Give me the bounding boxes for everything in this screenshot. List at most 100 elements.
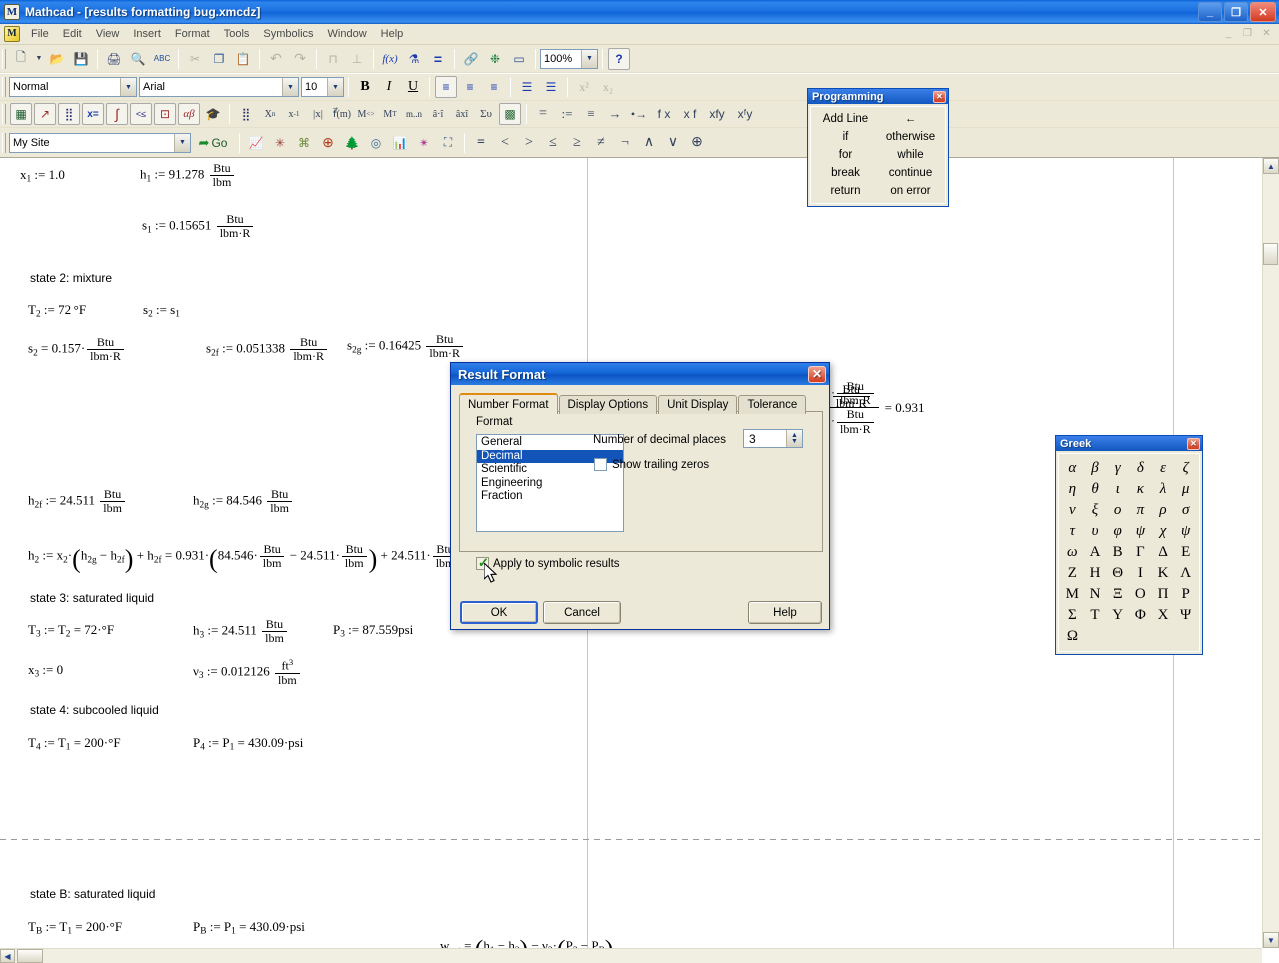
greek-letter-γ[interactable]: γ	[1106, 458, 1129, 479]
vector-field-plot-icon[interactable]: ✴	[413, 132, 435, 154]
greek-letter-λ[interactable]: λ	[1152, 479, 1175, 500]
chevron-down-icon[interactable]: ▼	[282, 78, 298, 96]
menu-item-help[interactable]: Help	[374, 26, 411, 42]
boolean-xor-icon[interactable]: ⊕	[686, 132, 708, 154]
s2f-definition[interactable]: s2f := 0.051338 Btu lbm·R	[206, 335, 329, 363]
greek-palette[interactable]: Greek ✕ αβγδεζηθικλμνξοπρστυφψχψωABΓΔEZH…	[1055, 435, 1203, 655]
programming-item-while[interactable]: while	[878, 146, 943, 164]
tab-display-options[interactable]: Display Options	[558, 395, 658, 414]
greek-letter-X[interactable]: X	[1152, 605, 1175, 626]
font-size-combobox[interactable]: 10 ▼	[301, 77, 344, 97]
greek-letter-σ[interactable]: σ	[1174, 500, 1197, 521]
undo-icon[interactable]: ↶	[265, 48, 287, 70]
menu-item-view[interactable]: View	[89, 26, 127, 42]
infix-op-icon[interactable]: xfy	[704, 103, 730, 125]
programming-item-on-error[interactable]: on error	[878, 182, 943, 200]
format-listbox[interactable]: General Decimal Scientific Engineering Fract…	[476, 434, 624, 532]
3d-scatter-plot-icon[interactable]: ◎	[365, 132, 387, 154]
state3-label[interactable]: state 3: saturated liquid	[30, 591, 154, 605]
greek-letter-E[interactable]: E	[1174, 542, 1197, 563]
greek-letter-κ[interactable]: κ	[1129, 479, 1152, 500]
greek-letter-ε[interactable]: ε	[1152, 458, 1175, 479]
subscript-index-icon[interactable]: Xn	[259, 103, 281, 125]
prefix-op-icon[interactable]: f x	[652, 103, 676, 125]
greek-letter-Δ[interactable]: Δ	[1152, 542, 1175, 563]
contour-plot-icon[interactable]: ⊕	[317, 132, 339, 154]
greek-letter-Y[interactable]: Y	[1106, 605, 1129, 626]
greek-letter-ν[interactable]: ν	[1061, 500, 1084, 521]
menu-item-tools[interactable]: Tools	[217, 26, 257, 42]
v3-definition[interactable]: ν3 := 0.012126 ft3 lbm	[193, 657, 302, 687]
greek-letter-τ[interactable]: τ	[1061, 521, 1084, 542]
greek-letter-π[interactable]: π	[1129, 500, 1152, 521]
align-center-icon[interactable]: ≡	[459, 76, 481, 98]
italic-button[interactable]: I	[378, 76, 400, 98]
s1-definition[interactable]: s1 := 0.15651 Btu lbm·R	[142, 212, 255, 240]
greek-letter-Ψ[interactable]: Ψ	[1174, 605, 1197, 626]
tab-tolerance[interactable]: Tolerance	[738, 395, 807, 414]
x3-definition[interactable]: x3 := 0	[28, 662, 63, 680]
menu-item-insert[interactable]: Insert	[126, 26, 168, 42]
align-right-icon[interactable]: ≡	[483, 76, 505, 98]
scroll-up-button[interactable]: ▲	[1263, 158, 1279, 174]
toolbar-grip[interactable]	[2, 48, 6, 69]
minimize-button[interactable]: _	[1198, 2, 1222, 22]
restore-button[interactable]: ❐	[1224, 2, 1248, 22]
boolean-ne-icon[interactable]: ≠	[590, 132, 612, 154]
symbolic-toolbar-icon[interactable]: 🎓	[202, 103, 224, 125]
inverse-icon[interactable]: x -1	[283, 103, 305, 125]
greek-letter-M[interactable]: M	[1061, 584, 1084, 605]
stepper-arrows-icon[interactable]: ▲ ▼	[786, 430, 802, 447]
greek-letter-N[interactable]: N	[1084, 584, 1107, 605]
3d-bar-plot-icon[interactable]: 🌲	[341, 132, 363, 154]
greek-letter-ψ[interactable]: ψ	[1174, 521, 1197, 542]
greek-letter-Ξ[interactable]: Ξ	[1106, 584, 1129, 605]
new-document-icon[interactable]: 🗋	[10, 48, 32, 70]
boolean-or-icon[interactable]: ∨	[662, 132, 684, 154]
vertical-scrollbar[interactable]: ▲ ▼	[1262, 158, 1279, 948]
h1-definition[interactable]: h1 := 91.278 Btu lbm	[140, 161, 236, 189]
zoom-plot-icon[interactable]: ⛶	[437, 132, 459, 154]
greek-letter-Θ[interactable]: Θ	[1106, 563, 1129, 584]
T4-definition[interactable]: T4 := T1 = 200·°F	[28, 735, 121, 753]
insert-hyperlink-icon[interactable]: 🔗	[460, 48, 482, 70]
postfix-op-icon[interactable]: x f	[678, 103, 702, 125]
format-option-engineering[interactable]: Engineering	[477, 477, 623, 491]
paste-icon[interactable]: 📋	[232, 48, 254, 70]
greek-letter-I[interactable]: I	[1129, 563, 1152, 584]
stateB-label[interactable]: state B: saturated liquid	[30, 887, 155, 901]
bullet-list-icon[interactable]: ☰	[516, 76, 538, 98]
insert-function-icon[interactable]: f(x)	[379, 48, 401, 70]
P3-definition[interactable]: P3 := 87.559psi	[333, 622, 413, 640]
horizontal-scroll-thumb[interactable]	[17, 949, 43, 963]
TB-definition[interactable]: TB := T1 = 200·°F	[28, 919, 122, 937]
site-combobox[interactable]: My Site ▼	[9, 132, 191, 153]
show-trailing-zeros-checkbox[interactable]	[594, 458, 607, 471]
subscript-icon[interactable]: x₂	[597, 76, 619, 98]
vertical-scroll-thumb[interactable]	[1263, 243, 1278, 265]
programming-item-break[interactable]: break	[813, 164, 878, 182]
h2f-definition[interactable]: h2f := 24.511 Btu lbm	[28, 487, 127, 515]
greek-palette-title-bar[interactable]: Greek ✕	[1056, 436, 1202, 451]
horizontal-scrollbar[interactable]: ◀	[0, 948, 1262, 963]
greek-letter-Ω[interactable]: Ω	[1061, 626, 1084, 647]
greek-letter-β[interactable]: β	[1084, 458, 1107, 479]
menu-item-window[interactable]: Window	[321, 26, 374, 42]
greek-letter-φ[interactable]: φ	[1106, 521, 1129, 542]
align-across-icon[interactable]: ⊓	[322, 48, 344, 70]
programming-item-[interactable]: ←	[878, 110, 943, 128]
programming-palette-title-bar[interactable]: Programming ✕	[808, 89, 948, 104]
chevron-down-icon[interactable]: ▼	[174, 133, 190, 152]
zoom-combobox[interactable]: 100% ▼	[540, 48, 598, 69]
boolean-not-icon[interactable]: ¬	[614, 132, 636, 154]
ok-button[interactable]: OK	[460, 601, 538, 624]
menu-item-format[interactable]: Format	[168, 26, 217, 42]
format-option-fraction[interactable]: Fraction	[477, 490, 623, 504]
h3-definition[interactable]: h3 := 24.511 Btu lbm	[193, 617, 289, 645]
boolean-less-icon[interactable]: <	[494, 132, 516, 154]
calculate-icon[interactable]: =	[427, 48, 449, 70]
greek-letter-η[interactable]: η	[1061, 479, 1084, 500]
greek-letter-Σ[interactable]: Σ	[1061, 605, 1084, 626]
programming-item-otherwise[interactable]: otherwise	[878, 128, 943, 146]
help-icon[interactable]: ?	[608, 47, 630, 70]
